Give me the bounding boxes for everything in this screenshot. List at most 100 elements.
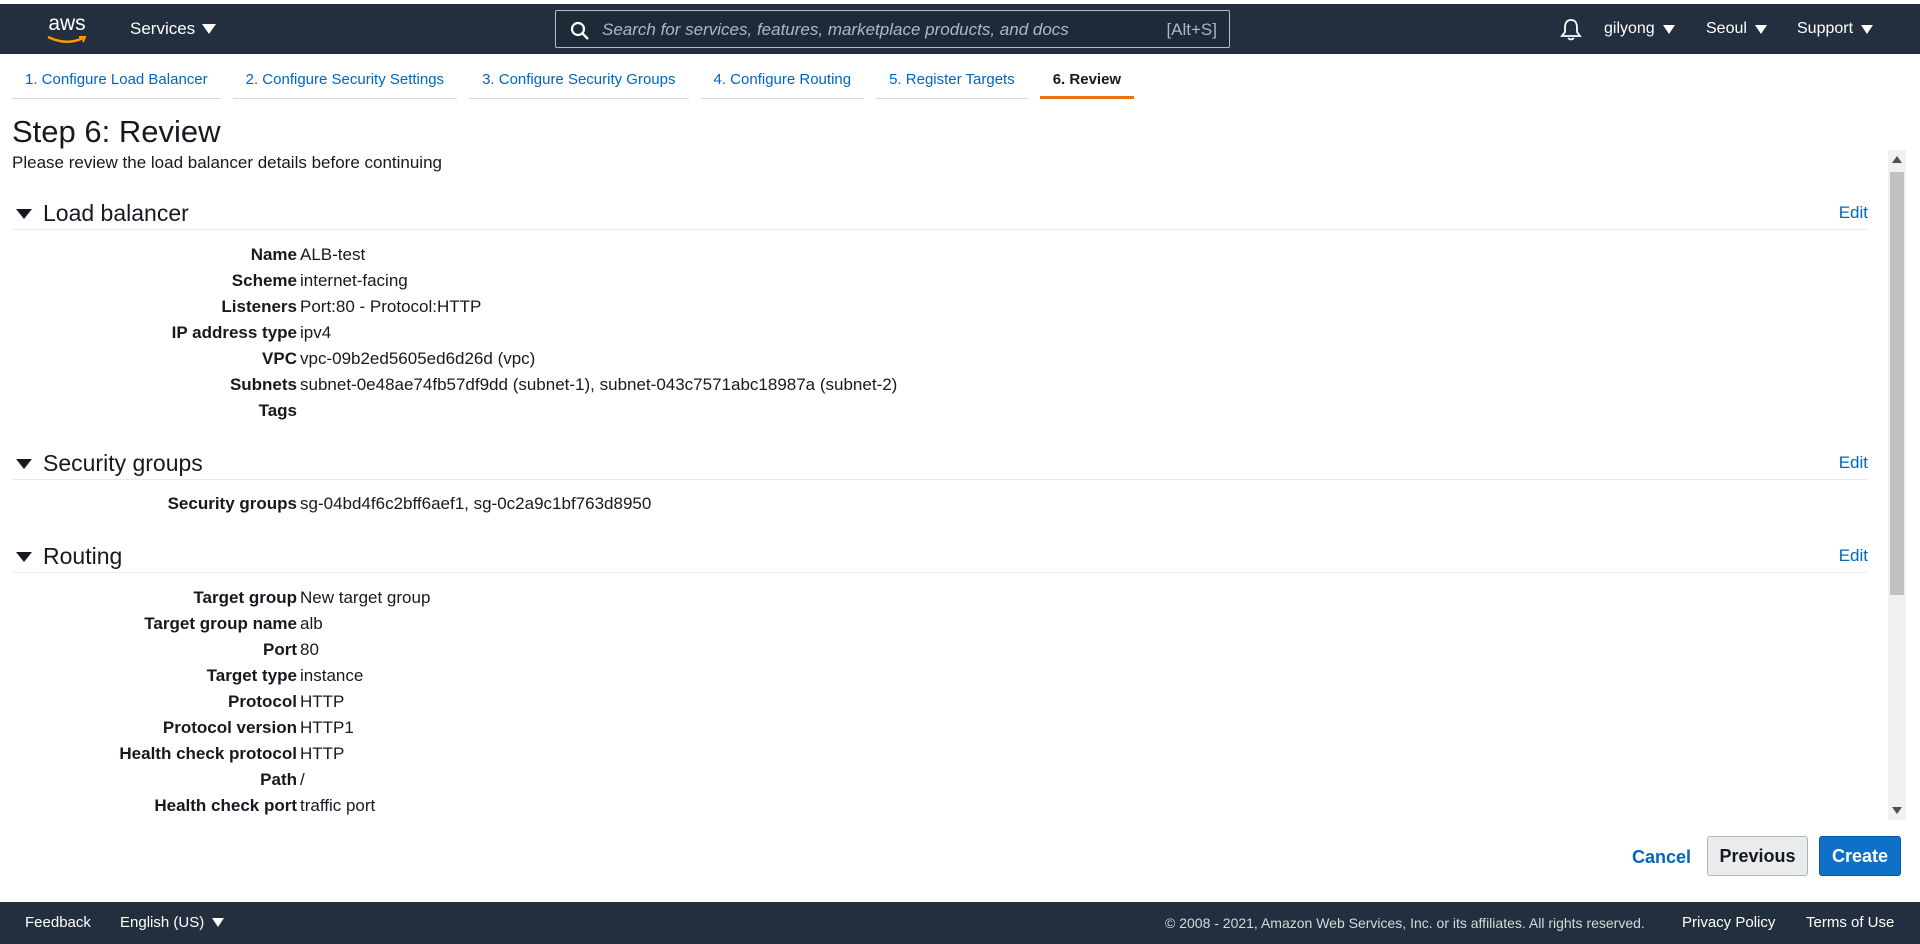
detail-value: New target group <box>300 588 431 607</box>
detail-value: Port:80 - Protocol:HTTP <box>300 297 482 316</box>
tab-configure-routing[interactable]: 4. Configure Routing <box>700 66 865 99</box>
search-placeholder: Search for services, features, marketpla… <box>602 20 1069 39</box>
previous-button[interactable]: Previous <box>1707 836 1808 876</box>
detail-key: Protocol <box>228 692 297 711</box>
detail-row: Port 80 <box>12 640 1868 666</box>
footer: Feedback English (US) © 2008 - 2021, Ama… <box>0 902 1920 944</box>
detail-row: Target group name alb <box>12 614 1868 640</box>
cancel-button[interactable]: Cancel <box>1620 839 1703 875</box>
detail-key: Tags <box>258 401 297 420</box>
detail-row: Health check protocol HTTP <box>12 744 1868 770</box>
detail-key: Target type <box>206 666 297 685</box>
detail-value: traffic port <box>300 796 376 815</box>
detail-key: Subnets <box>229 375 297 394</box>
detail-value: 80 <box>300 640 319 659</box>
privacy-policy-link[interactable]: Privacy Policy <box>1682 914 1775 931</box>
user-menu[interactable]: gilyong <box>1604 4 1675 54</box>
detail-row: VPC vpc-09b2ed5605ed6d26d (vpc) <box>12 349 1868 375</box>
detail-key: Listeners <box>221 297 297 316</box>
section-title: Security groups <box>43 450 203 476</box>
services-label: Services <box>130 19 196 38</box>
detail-value: internet-facing <box>300 271 408 290</box>
edit-security-groups-link[interactable]: Edit <box>1839 453 1868 473</box>
tab-configure-security-settings[interactable]: 2. Configure Security Settings <box>232 66 458 99</box>
region-name: Seoul <box>1706 20 1747 37</box>
detail-value: ALB-test <box>300 245 366 264</box>
scroll-down-arrow-icon[interactable] <box>1892 807 1902 814</box>
tab-review[interactable]: 6. Review <box>1039 66 1135 99</box>
search-icon <box>570 21 589 40</box>
detail-key: Path <box>260 770 297 789</box>
detail-value: instance <box>300 666 364 685</box>
copyright-text: © 2008 - 2021, Amazon Web Services, Inc.… <box>1165 915 1645 931</box>
review-scroll-pane[interactable]: Load balancer Edit Name ALB-test Scheme … <box>12 198 1868 821</box>
detail-value: HTTP <box>300 744 345 763</box>
chevron-down-icon <box>1754 24 1767 34</box>
wizard-tabs: 1. Configure Load Balancer 2. Configure … <box>12 66 1146 100</box>
section-title: Routing <box>43 543 123 569</box>
detail-row: Tags <box>12 401 1868 427</box>
aws-logo[interactable]: aws <box>44 12 90 46</box>
support-menu[interactable]: Support <box>1797 4 1874 54</box>
aws-logo-text: aws <box>48 12 86 35</box>
detail-row: Listeners Port:80 - Protocol:HTTP <box>12 297 1868 323</box>
section-routing-header[interactable]: Routing Edit <box>12 541 1868 573</box>
region-menu[interactable]: Seoul <box>1706 4 1767 54</box>
page-subtitle: Please review the load balancer details … <box>12 153 442 172</box>
section-load-balancer-header[interactable]: Load balancer Edit <box>12 198 1868 230</box>
top-navigation: aws Services Search for services, featur… <box>0 4 1920 54</box>
terms-of-use-link[interactable]: Terms of Use <box>1806 914 1894 931</box>
scrollbar-thumb[interactable] <box>1890 172 1904 595</box>
chevron-down-icon <box>1662 24 1675 34</box>
vertical-scrollbar[interactable] <box>1888 150 1906 820</box>
detail-row: Protocol version HTTP1 <box>12 718 1868 744</box>
detail-value: ipv4 <box>300 323 332 342</box>
detail-value: subnet-0e48ae74fb57df9dd (subnet-1), sub… <box>300 375 898 394</box>
detail-key: Name <box>250 245 297 264</box>
detail-value: alb <box>300 614 323 633</box>
services-menu[interactable]: Services <box>130 4 217 54</box>
detail-row: Target group New target group <box>12 588 1868 614</box>
detail-row: IP address type ipv4 <box>12 323 1868 349</box>
detail-row: Health check port traffic port <box>12 796 1868 821</box>
chevron-down-icon <box>212 918 225 927</box>
detail-row: Security groups sg-04bd4f6c2bff6aef1, sg… <box>12 494 1868 520</box>
detail-key: IP address type <box>171 323 297 342</box>
bell-icon[interactable] <box>1560 17 1582 41</box>
language-label: English (US) <box>120 914 205 931</box>
chevron-down-icon <box>1861 24 1874 34</box>
detail-key: Port <box>263 640 297 659</box>
detail-value: / <box>300 770 305 789</box>
collapse-triangle-icon[interactable] <box>16 459 32 469</box>
language-selector[interactable]: English (US) <box>120 914 225 931</box>
edit-load-balancer-link[interactable]: Edit <box>1839 203 1868 223</box>
detail-key: Security groups <box>167 494 297 513</box>
feedback-link[interactable]: Feedback <box>25 914 91 931</box>
edit-routing-link[interactable]: Edit <box>1839 546 1868 566</box>
search-input[interactable]: Search for services, features, marketpla… <box>555 10 1230 48</box>
section-security-groups-header[interactable]: Security groups Edit <box>12 448 1868 480</box>
detail-row: Name ALB-test <box>12 245 1868 271</box>
tab-register-targets[interactable]: 5. Register Targets <box>876 66 1028 99</box>
support-label: Support <box>1797 20 1854 37</box>
detail-key: Health check port <box>154 796 297 815</box>
detail-row: Path / <box>12 770 1868 796</box>
collapse-triangle-icon[interactable] <box>16 209 32 219</box>
detail-value: sg-04bd4f6c2bff6aef1, sg-0c2a9c1bf763d89… <box>300 494 652 513</box>
create-button[interactable]: Create <box>1819 836 1901 876</box>
tab-configure-security-groups[interactable]: 3. Configure Security Groups <box>469 66 689 99</box>
detail-key: Scheme <box>231 271 297 290</box>
detail-row: Scheme internet-facing <box>12 271 1868 297</box>
detail-key: Target group name <box>144 614 297 633</box>
chevron-down-icon <box>202 24 217 34</box>
search-shortcut: [Alt+S] <box>1166 20 1217 39</box>
scroll-up-arrow-icon[interactable] <box>1892 156 1902 163</box>
collapse-triangle-icon[interactable] <box>16 552 32 562</box>
detail-value: vpc-09b2ed5605ed6d26d (vpc) <box>300 349 536 368</box>
tab-configure-load-balancer[interactable]: 1. Configure Load Balancer <box>12 66 221 99</box>
aws-smile-icon <box>47 35 87 43</box>
page-title: Step 6: Review <box>12 114 221 149</box>
detail-row: Target type instance <box>12 666 1868 692</box>
detail-key: Health check protocol <box>119 744 297 763</box>
detail-value: HTTP <box>300 692 345 711</box>
